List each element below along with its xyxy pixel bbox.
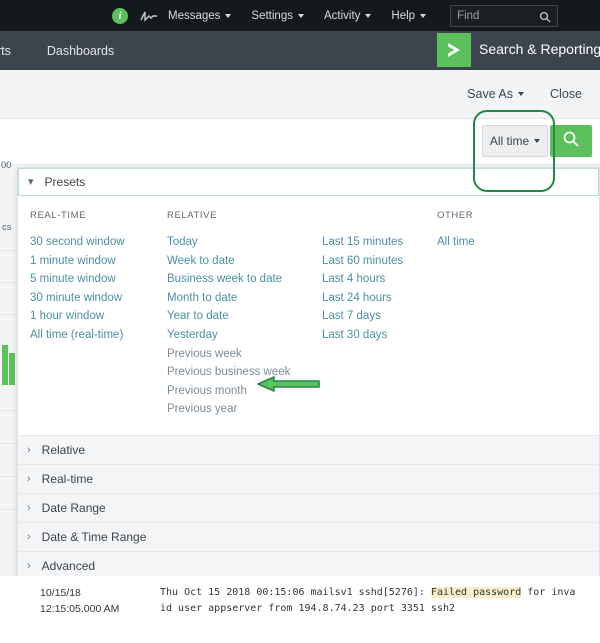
section-relative-label: Relative — [42, 443, 85, 457]
section-real-time-label: Real-time — [42, 472, 93, 486]
event-time: 12:15:05.000 AM — [40, 601, 160, 617]
close-label: Close — [550, 87, 582, 101]
preset-today[interactable]: Today — [167, 233, 322, 252]
chevron-down-icon — [420, 14, 426, 18]
event-date: 10/15/18 — [40, 585, 160, 601]
preset-week-to-date[interactable]: Week to date — [167, 252, 322, 271]
column-heading-real-time: REAL-TIME — [30, 210, 167, 221]
save-as-label: Save As — [467, 87, 513, 101]
nav-item-dashboards[interactable]: Dashboards — [47, 44, 114, 58]
event-raw-pre: Thu Oct 15 2018 00:15:06 mailsv1 sshd[52… — [160, 587, 431, 598]
info-circle-letter: i — [118, 10, 121, 22]
activity-pulse-icon[interactable] — [140, 9, 158, 23]
preset-previous-week[interactable]: Previous week — [167, 345, 322, 364]
preset-month-to-date[interactable]: Month to date — [167, 289, 322, 308]
column-heading-other: OTHER — [437, 210, 537, 221]
search-icon — [539, 10, 551, 22]
preset-last-60-minutes[interactable]: Last 60 minutes — [322, 252, 437, 271]
chevron-down-icon — [225, 14, 231, 18]
section-relative[interactable]: › Relative — [18, 435, 599, 464]
chevron-right-icon: › — [27, 560, 31, 572]
chevron-down-icon — [365, 14, 371, 18]
preset-last-4-hours[interactable]: Last 4 hours — [322, 270, 437, 289]
preset-30-minute-window[interactable]: 30 minute window — [30, 289, 167, 308]
menu-settings[interactable]: Settings — [241, 0, 314, 31]
chevron-right-icon[interactable]: chevron-right-icon — [0, 585, 40, 617]
search-submit-button[interactable] — [550, 125, 592, 157]
section-date-range[interactable]: › Date Range — [18, 493, 599, 522]
preset-5-minute-window[interactable]: 5 minute window — [30, 270, 167, 289]
column-heading-last — [322, 210, 437, 221]
menu-settings-label: Settings — [251, 10, 293, 22]
presets-section-label: Presets — [45, 175, 86, 189]
preset-30-second-window[interactable]: 30 second window — [30, 233, 167, 252]
preset-all-time-real-time[interactable]: All time (real-time) — [30, 326, 167, 345]
section-date-range-label: Date Range — [42, 501, 106, 515]
preset-business-week-to-date[interactable]: Business week to date — [167, 270, 322, 289]
magnifier-icon — [562, 130, 580, 153]
preset-1-hour-window[interactable]: 1 hour window — [30, 307, 167, 326]
background-axis-fragment-mid: cs — [2, 222, 12, 233]
nav-item-alerts[interactable]: erts — [0, 44, 11, 58]
chevron-down-icon — [518, 92, 524, 96]
chevron-right-icon: › — [27, 502, 31, 514]
event-raw-text: Thu Oct 15 2018 00:15:06 mailsv1 sshd[52… — [160, 585, 575, 617]
save-as-button[interactable]: Save As — [467, 87, 524, 101]
menu-messages-label: Messages — [168, 10, 220, 22]
preset-last-30-days[interactable]: Last 30 days — [322, 326, 437, 345]
search-actions-row: Save As Close — [0, 70, 600, 118]
chevron-down-icon — [298, 14, 304, 18]
screenshot-root: i Messages Settings Activity Help Find — [0, 0, 600, 643]
background-axis-fragment-top: 00 — [1, 160, 12, 171]
chevron-right-icon: › — [27, 444, 31, 456]
menu-messages[interactable]: Messages — [158, 0, 241, 31]
event-timestamp: 10/15/18 12:15:05.000 AM — [40, 585, 160, 617]
presets-column-other: OTHER All time — [437, 210, 537, 419]
info-circle-icon[interactable]: i — [112, 8, 128, 24]
splunk-chevron-icon — [437, 33, 471, 67]
preset-last-24-hours[interactable]: Last 24 hours — [322, 289, 437, 308]
event-raw-line2: id user appserver from 194.8.74.23 port … — [160, 601, 575, 617]
chevron-down-icon — [534, 139, 540, 143]
app-title: Search & Reporting — [479, 41, 600, 57]
events-list: chevron-right-icon 10/15/18 12:15:05.000… — [0, 576, 600, 643]
table-row[interactable]: chevron-right-icon 10/15/18 12:15:05.000… — [0, 576, 600, 623]
preset-all-time[interactable]: All time — [437, 233, 537, 252]
global-topbar: i Messages Settings Activity Help Find — [0, 0, 600, 31]
background-chart-bars — [2, 345, 18, 385]
preset-last-15-minutes[interactable]: Last 15 minutes — [322, 233, 437, 252]
close-button[interactable]: Close — [550, 87, 582, 101]
time-range-label: All time — [490, 134, 529, 148]
preset-yesterday[interactable]: Yesterday — [167, 326, 322, 345]
presets-column-real-time: REAL-TIME 30 second window 1 minute wind… — [30, 210, 167, 419]
chevron-down-icon: ▾ — [28, 177, 34, 188]
annotation-arrow — [256, 374, 322, 399]
event-raw-post: for inva — [521, 587, 575, 598]
find-input-placeholder: Find — [457, 10, 479, 22]
menu-help[interactable]: Help — [381, 0, 436, 31]
chevron-right-icon: › — [27, 473, 31, 485]
find-input[interactable]: Find — [450, 5, 558, 27]
section-real-time[interactable]: › Real-time — [18, 464, 599, 493]
section-date-time-range[interactable]: › Date & Time Range — [18, 522, 599, 551]
dropdown-section-list: › Relative › Real-time › Date Range › Da… — [18, 435, 599, 580]
menu-help-label: Help — [391, 10, 415, 22]
section-advanced-label: Advanced — [42, 559, 95, 573]
preset-1-minute-window[interactable]: 1 minute window — [30, 252, 167, 271]
menu-activity-label: Activity — [324, 10, 360, 22]
preset-last-7-days[interactable]: Last 7 days — [322, 307, 437, 326]
chevron-right-icon: › — [27, 531, 31, 543]
presets-column-last: Last 15 minutes Last 60 minutes Last 4 h… — [322, 210, 437, 419]
event-raw-highlight[interactable]: Failed password — [431, 587, 521, 598]
column-heading-relative: RELATIVE — [167, 210, 322, 221]
menu-activity[interactable]: Activity — [314, 0, 381, 31]
preset-previous-year[interactable]: Previous year — [167, 400, 322, 419]
presets-section-header[interactable]: ▾ Presets — [18, 168, 599, 196]
time-range-picker[interactable]: All time — [482, 125, 548, 157]
preset-year-to-date[interactable]: Year to date — [167, 307, 322, 326]
section-date-time-range-label: Date & Time Range — [42, 530, 147, 544]
